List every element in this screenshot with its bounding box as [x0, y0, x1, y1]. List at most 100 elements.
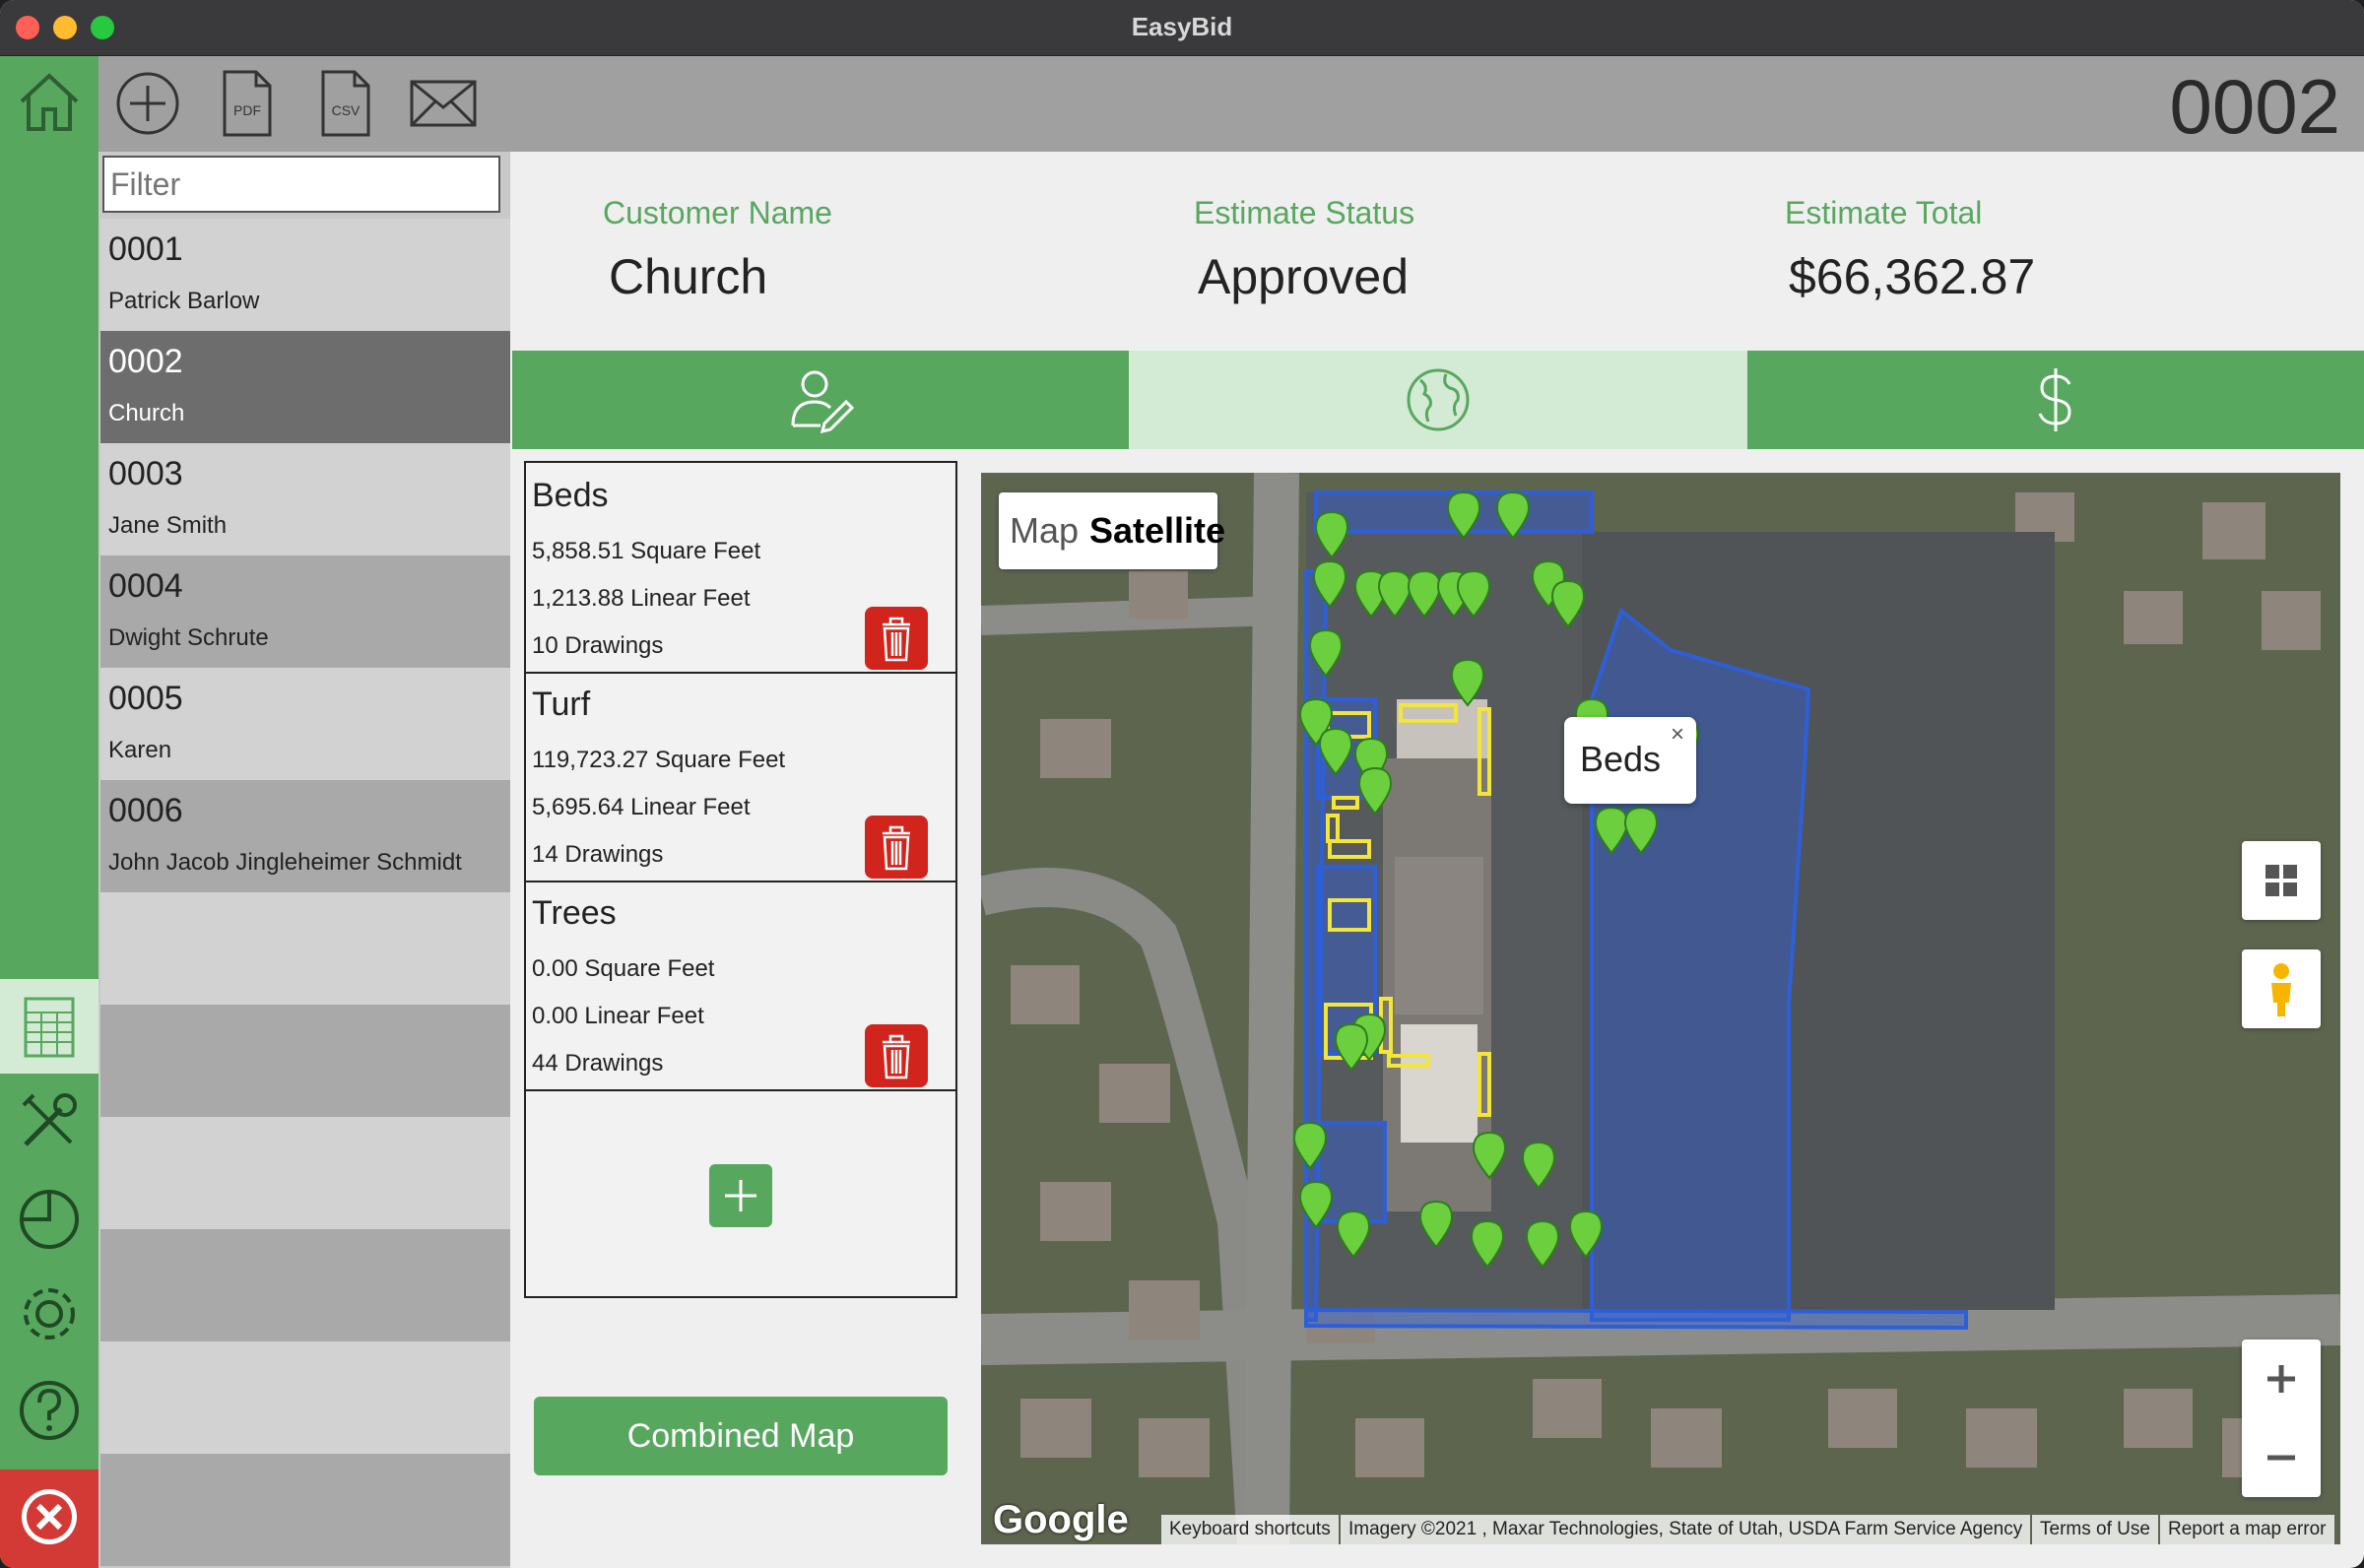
area-list: Beds 5,858.51 Square Feet 1,213.88 Linea… [524, 461, 957, 1298]
estimate-customer-label: Karen [108, 737, 172, 763]
user-edit-icon [791, 370, 855, 434]
estimate-customer-label: Church [108, 400, 185, 426]
globe-icon [1407, 368, 1470, 431]
estimate-row-0001[interactable]: 0001 Patrick Barlow [100, 219, 510, 331]
estimate-customer-label: Dwight Schrute [108, 624, 269, 651]
area-drawings: 10 Drawings [532, 632, 664, 659]
csv-icon-label: CSV [332, 102, 361, 118]
estimate-row-0002[interactable]: 0002 Church [100, 331, 510, 443]
estimate-list: 0001 Patrick Barlow 0002 Church 0003 Jan… [98, 152, 510, 1568]
map-type-satellite-button[interactable]: Satellite [1089, 492, 1225, 569]
list-empty-row [100, 892, 510, 1005]
list-empty-row [100, 1229, 510, 1341]
delete-area-button[interactable] [865, 1024, 928, 1087]
tools-icon [22, 1093, 77, 1146]
area-item-turf[interactable]: Turf 119,723.27 Square Feet 5,695.64 Lin… [526, 672, 955, 882]
customer-name-value: Church [609, 249, 768, 304]
trash-icon [883, 1034, 910, 1079]
estimate-customer-label: Patrick Barlow [108, 288, 260, 314]
terms-of-use-link[interactable]: Terms of Use [2032, 1515, 2158, 1544]
area-linear-feet: 1,213.88 Linear Feet [532, 585, 751, 612]
area-item-trees[interactable]: Trees 0.00 Square Feet 0.00 Linear Feet … [526, 881, 955, 1091]
map-view[interactable]: Map Satellite Beds × Google Keyboard sho… [981, 473, 2340, 1544]
estimate-number-label: 0004 [108, 567, 183, 605]
estimate-status-value: Approved [1198, 249, 1410, 304]
combined-map-button[interactable]: Combined Map [534, 1397, 948, 1475]
estimate-number-label: 0002 [108, 343, 183, 380]
estimate-row-0006[interactable]: 0006 John Jacob Jingleheimer Schmidt [100, 780, 510, 892]
filter-input[interactable] [102, 156, 500, 213]
info-window: Beds × [1564, 717, 1696, 804]
toolbar: PDF CSV 0002 [0, 56, 2364, 152]
add-circle-icon[interactable] [112, 68, 183, 139]
estimate-row-0005[interactable]: 0005 Karen [100, 668, 510, 780]
tab-bar [512, 351, 2364, 449]
satellite-imagery [981, 473, 2340, 1544]
sidebar-item-estimates[interactable] [0, 979, 98, 1074]
delete-area-button[interactable] [865, 607, 928, 670]
map-type-map-button[interactable]: Map [999, 492, 1089, 569]
gear-icon [24, 1288, 75, 1339]
close-info-window-button[interactable]: × [1671, 721, 1684, 749]
plus-icon [725, 1180, 756, 1211]
title-bar: EasyBid [0, 0, 2364, 56]
area-drawings: 44 Drawings [532, 1050, 664, 1077]
tab-customer[interactable] [512, 351, 1129, 449]
google-logo: Google [993, 1498, 1129, 1541]
tab-pricing[interactable] [1747, 351, 2364, 449]
sidebar-item-help[interactable] [0, 1363, 98, 1458]
area-title: Turf [532, 686, 591, 723]
estimate-row-0003[interactable]: 0003 Jane Smith [100, 443, 510, 555]
area-square-feet: 0.00 Square Feet [532, 955, 715, 982]
dollar-icon [2038, 368, 2071, 431]
area-item-beds[interactable]: Beds 5,858.51 Square Feet 1,213.88 Linea… [526, 463, 955, 674]
estimate-number-label: 0005 [108, 680, 183, 717]
trash-icon [883, 825, 910, 871]
pdf-icon-label: PDF [233, 102, 261, 118]
add-area-button[interactable] [709, 1164, 772, 1227]
map-layers-button[interactable] [2242, 841, 2321, 920]
delete-area-button[interactable] [865, 816, 928, 879]
report-map-error-link[interactable]: Report a map error [2160, 1515, 2334, 1544]
estimate-number-label: 0006 [108, 792, 183, 829]
list-empty-row [100, 1341, 510, 1454]
pdf-icon[interactable]: PDF [211, 68, 282, 139]
pegman-icon [2271, 963, 2291, 1016]
spreadsheet-icon [24, 997, 75, 1058]
estimate-total-value: $66,362.87 [1789, 249, 2036, 304]
estimate-number-label: 0003 [108, 455, 183, 492]
keyboard-shortcuts-link[interactable]: Keyboard shortcuts [1161, 1515, 1339, 1544]
sidebar-item-reports[interactable] [0, 1170, 98, 1265]
tab-map[interactable] [1129, 351, 1747, 449]
trash-icon [883, 617, 910, 662]
area-title: Trees [532, 894, 617, 932]
home-icon [20, 73, 79, 131]
customer-name-label: Customer Name [603, 195, 832, 230]
list-empty-row [100, 1117, 510, 1229]
zoom-control [2242, 1339, 2321, 1497]
zoom-out-button[interactable] [2242, 1418, 2321, 1497]
area-title: Beds [532, 477, 609, 514]
help-icon [20, 1381, 79, 1440]
home-button[interactable] [0, 56, 98, 152]
area-square-feet: 5,858.51 Square Feet [532, 538, 761, 564]
exit-button[interactable] [0, 1470, 98, 1568]
csv-icon[interactable]: CSV [309, 68, 380, 139]
list-empty-row [100, 1005, 510, 1117]
estimate-row-0004[interactable]: 0004 Dwight Schrute [100, 555, 510, 668]
imagery-attribution: Imagery ©2021 , Maxar Technologies, Stat… [1341, 1515, 2031, 1544]
info-window-title: Beds [1580, 739, 1662, 779]
sidebar-item-settings[interactable] [0, 1267, 98, 1361]
zoom-in-button[interactable] [2242, 1339, 2321, 1418]
window-title: EasyBid [1131, 12, 1233, 41]
area-square-feet: 119,723.27 Square Feet [532, 747, 786, 773]
sidebar-nav [0, 152, 98, 1568]
mail-icon[interactable] [408, 68, 479, 139]
app-window: EasyBid PDF CSV 0002 Filter 0001 Patrick… [0, 0, 2364, 1568]
estimate-number-label: 0001 [108, 230, 183, 268]
area-linear-feet: 0.00 Linear Feet [532, 1003, 704, 1029]
sidebar-item-tools[interactable] [0, 1074, 98, 1168]
area-drawings: 14 Drawings [532, 841, 664, 868]
estimate-total-label: Estimate Total [1785, 195, 1983, 230]
street-view-button[interactable] [2242, 949, 2321, 1028]
